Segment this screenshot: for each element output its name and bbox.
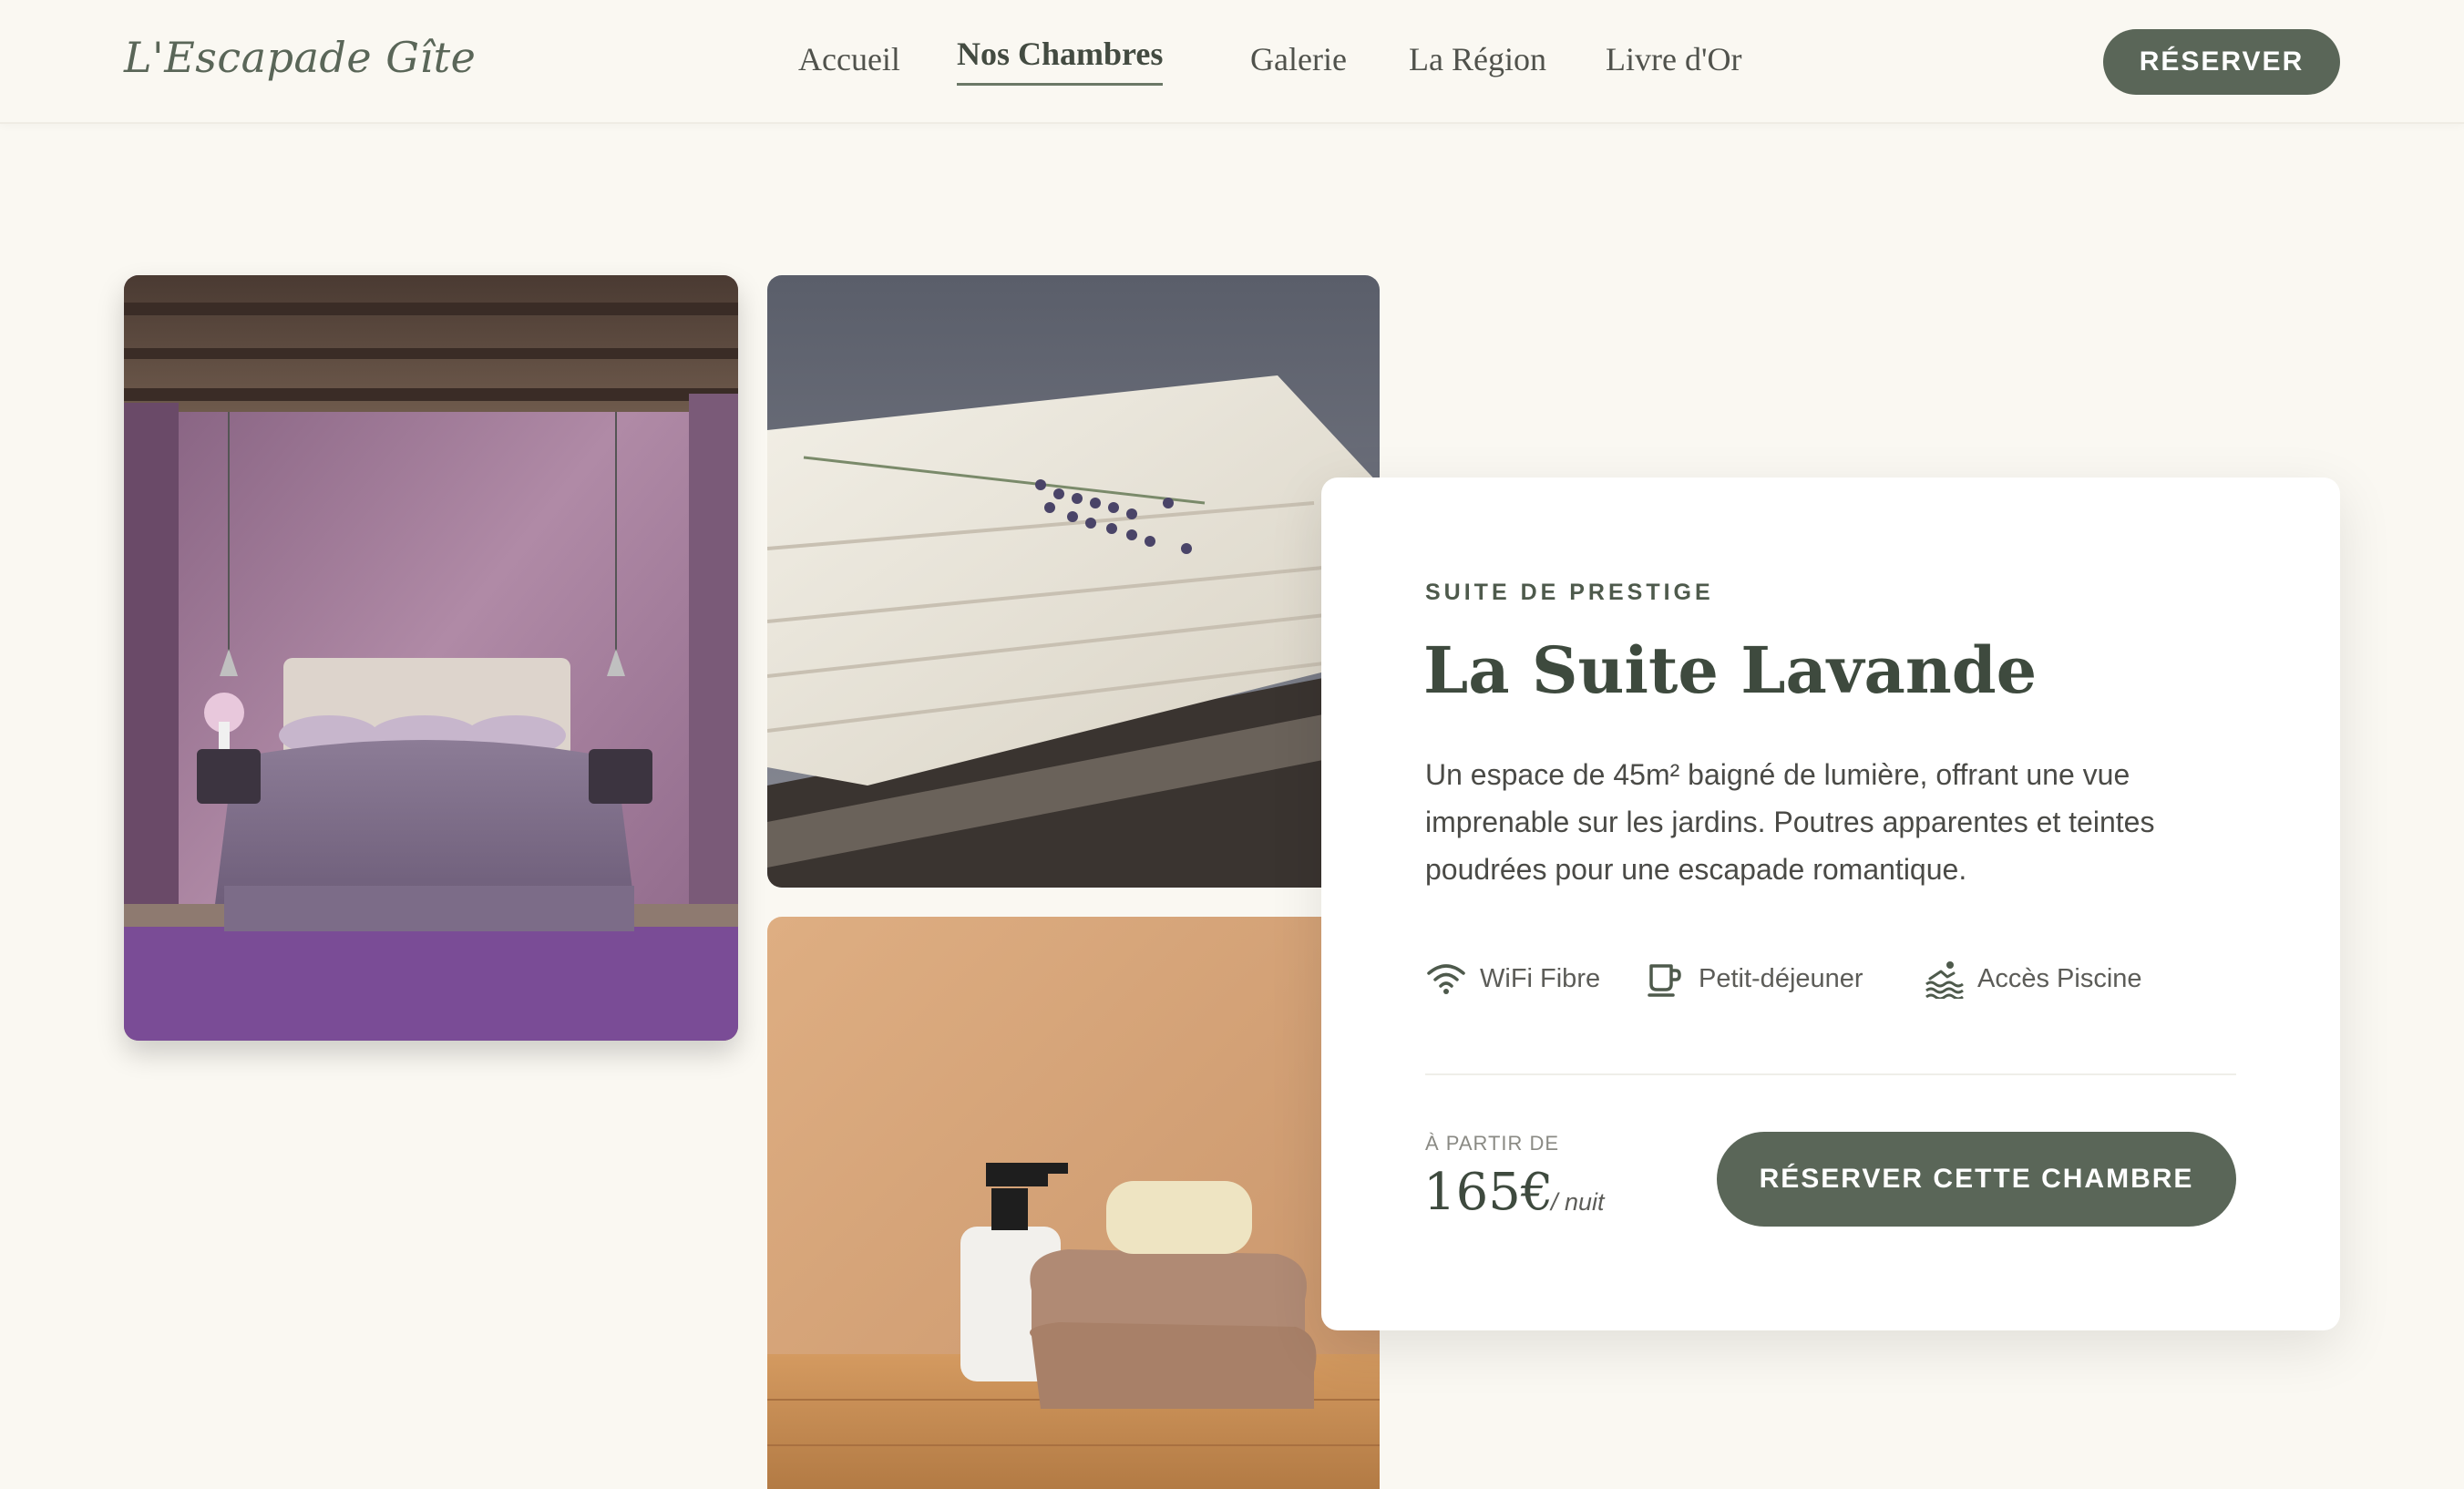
nav-item-accueil[interactable]: Accueil	[798, 40, 900, 78]
nav-item-livre-dor[interactable]: Livre d'Or	[1606, 40, 1741, 78]
nav-item-la-region[interactable]: La Région	[1409, 40, 1546, 78]
wifi-icon	[1427, 964, 1465, 994]
soap-towels-photo	[767, 917, 1380, 1489]
price-unit: / nuit	[1551, 1188, 1605, 1216]
lavender-bedroom-photo	[124, 275, 738, 1041]
nav-item-nos-chambres[interactable]: Nos Chambres	[957, 35, 1164, 86]
swimmer-icon	[1925, 961, 1964, 999]
amenity-breakfast: Petit-déjeuner	[1644, 959, 1863, 999]
price-from-label: À PARTIR DE	[1425, 1132, 1560, 1155]
amenity-label: Accès Piscine	[1977, 963, 2142, 993]
room-description: Un espace de 45m² baigné de lumière, off…	[1425, 758, 2155, 886]
amenity-wifi: WiFi Fibre	[1425, 959, 1600, 999]
amenity-label: WiFi Fibre	[1480, 963, 1601, 993]
site-logo[interactable]: L'Escapade Gîte	[124, 33, 476, 82]
amenity-label: Petit-déjeuner	[1699, 963, 1863, 993]
room-card: SUITE DE PRESTIGE La Suite Lavande Un es…	[1321, 478, 2340, 1330]
book-room-button[interactable]: RÉSERVER CETTE CHAMBRE	[1717, 1132, 2236, 1227]
site-header: L'Escapade Gîte Accueil Nos Chambres Gal…	[0, 0, 2464, 124]
room-title: La Suite Lavande	[1423, 632, 2038, 708]
folded-linen-lavender-photo	[767, 275, 1380, 888]
card-divider	[1425, 1073, 2236, 1075]
amenity-pool: Accès Piscine	[1923, 959, 2142, 999]
header-reserve-button[interactable]: RÉSERVER	[2103, 29, 2340, 95]
room-category: SUITE DE PRESTIGE	[1425, 580, 1714, 605]
room-price: 165€	[1423, 1163, 1554, 1222]
nav-item-galerie[interactable]: Galerie	[1250, 40, 1347, 78]
coffee-cup-icon	[1648, 964, 1681, 997]
